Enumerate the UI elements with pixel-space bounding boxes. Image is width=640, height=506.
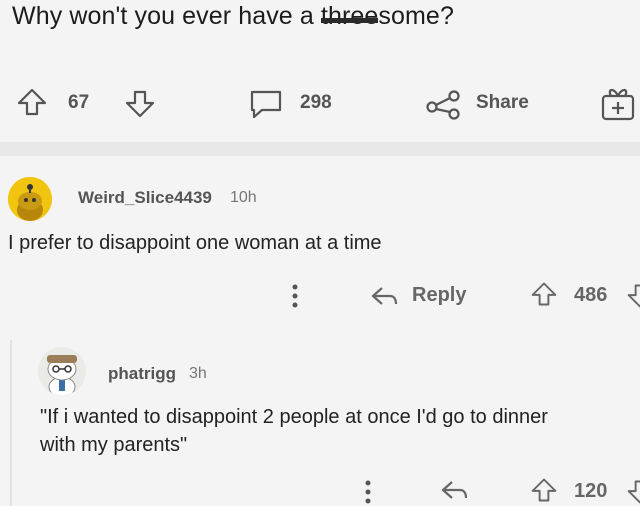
post-comment-count: 298 [300,92,332,113]
post-upvote-button[interactable] [16,86,48,118]
comment-bubble-icon [250,90,282,119]
title-part-1: Why won't you ever have a [12,2,321,30]
snoo-avatar-icon [8,177,52,221]
award-button[interactable] [600,85,636,121]
comment-time: 3h [189,365,207,382]
comment-downvote-button[interactable] [626,478,640,506]
comment-author[interactable]: phatrigg [108,364,176,384]
share-icon [426,90,460,120]
reply-button[interactable]: Reply [370,282,480,310]
title-struck-word: three [320,2,379,30]
more-options-button[interactable] [289,282,301,310]
snoo-avatar-icon [38,347,86,395]
reply-arrow-icon [371,287,398,305]
comment-actions: Reply 486 [0,278,640,314]
comment-upvote-button[interactable] [530,476,558,504]
arrow-down-icon [125,90,155,118]
post-action-bar: 67 298 Share [0,80,640,128]
comment-text-line-1: "If i wanted to disappoint 2 people at o… [40,406,548,428]
reply-arrow-icon [441,481,468,499]
comment-author[interactable]: Weird_Slice4439 [78,188,212,208]
arrow-up-icon [531,282,557,306]
more-options-button[interactable] [362,478,374,506]
comment-text-line-2: with my parents" [40,434,188,456]
more-vertical-icon [292,284,298,308]
post-comments-button[interactable] [248,88,284,120]
comment-text: I prefer to disappoint one woman at a ti… [8,232,382,254]
comment-vote-count: 120 [574,480,608,502]
reply-button[interactable] [440,478,470,502]
more-vertical-icon [365,480,371,504]
post-downvote-button[interactable] [124,88,156,120]
reply-label: Reply [412,284,467,306]
comment-upvote-button[interactable] [530,280,558,308]
post-title: Why won't you ever have a threesome? [12,2,454,31]
award-icon [601,88,635,121]
avatar[interactable] [8,177,52,221]
share-label: Share [476,92,529,113]
comment-time: 10h [230,189,257,206]
section-divider [0,142,640,156]
comment-vote-count: 486 [574,284,608,306]
arrow-down-icon [627,480,640,504]
avatar[interactable] [38,347,86,395]
arrow-up-icon [531,478,557,502]
arrow-up-icon [17,88,47,116]
share-button[interactable]: Share [424,88,544,120]
title-part-2: some? [378,2,454,30]
comment-actions: 120 [0,474,640,506]
arrow-down-icon [627,284,640,308]
comment-downvote-button[interactable] [626,282,640,310]
post-vote-count: 67 [68,92,90,113]
